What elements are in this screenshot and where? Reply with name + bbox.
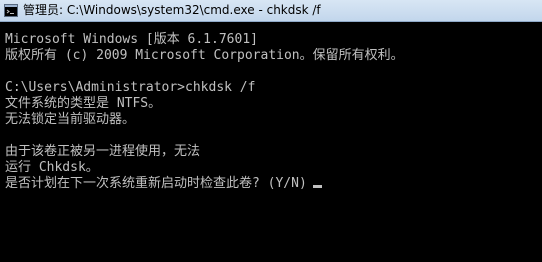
console-line-lock-error: 无法锁定当前驱动器。 <box>5 112 136 127</box>
cmd-window: 管理员: C:\Windows\system32\cmd.exe - chkds… <box>0 0 542 262</box>
console-prompt-line[interactable]: 是否计划在下一次系统重新启动时检查此卷? (Y/N) <box>5 176 404 192</box>
console-line-copyright: 版权所有 (c) 2009 Microsoft Corporation。保留所有… <box>5 48 404 63</box>
console-line-run-chkdsk: 运行 Chkdsk。 <box>5 160 99 175</box>
window-title: 管理员: C:\Windows\system32\cmd.exe - chkds… <box>23 3 321 17</box>
console-line-in-use: 由于该卷正被另一进程使用，无法 <box>5 144 201 159</box>
console-line-filesystem: 文件系统的类型是 NTFS。 <box>5 96 162 111</box>
console-area[interactable]: Microsoft Windows [版本 6.1.7601] 版权所有 (c)… <box>0 22 542 262</box>
console-line-blank <box>5 128 404 144</box>
console-output: Microsoft Windows [版本 6.1.7601] 版权所有 (c)… <box>5 32 404 192</box>
console-line-command: C:\Users\Administrator>chkdsk /f <box>5 80 256 95</box>
console-prompt-text: 是否计划在下一次系统重新启动时检查此卷? (Y/N) <box>5 176 307 191</box>
cmd-icon <box>4 4 18 17</box>
console-line-blank <box>5 64 404 80</box>
title-bar[interactable]: 管理员: C:\Windows\system32\cmd.exe - chkds… <box>0 0 542 22</box>
text-cursor <box>312 185 322 188</box>
console-line-version: Microsoft Windows [版本 6.1.7601] <box>5 32 258 47</box>
